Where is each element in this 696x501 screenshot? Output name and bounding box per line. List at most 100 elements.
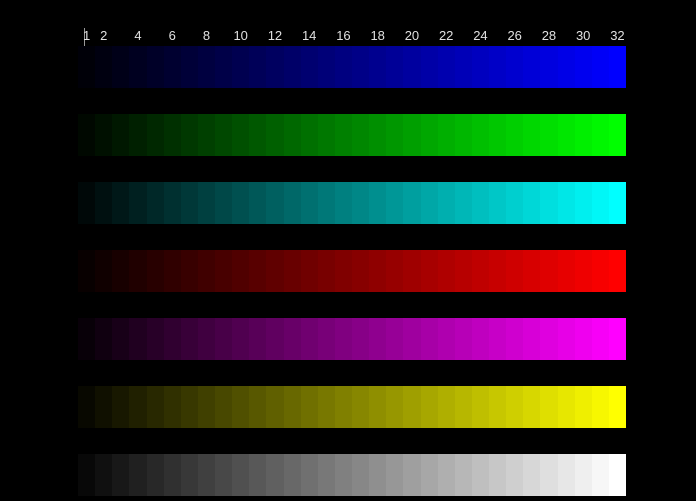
- ramp-white-step: [129, 454, 146, 496]
- ramp-yellow-step: [403, 386, 420, 428]
- ramp-magenta-step: [335, 318, 352, 360]
- ramp-cyan-step: [352, 182, 369, 224]
- ramp-red-step: [369, 250, 386, 292]
- ramp-blue-step: [592, 46, 609, 88]
- ramp-blue-step: [284, 46, 301, 88]
- ramp-cyan-step: [95, 182, 112, 224]
- ramp-cyan-step: [575, 182, 592, 224]
- ramp-yellow-step: [335, 386, 352, 428]
- ramp-cyan-step: [386, 182, 403, 224]
- ramp-red-step: [95, 250, 112, 292]
- ramp-yellow-step: [232, 386, 249, 428]
- ramp-yellow-step: [506, 386, 523, 428]
- ramp-red-step: [232, 250, 249, 292]
- ramp-white-step: [575, 454, 592, 496]
- ramp-cyan-step: [403, 182, 420, 224]
- ramp-green-step: [318, 114, 335, 156]
- ramp-yellow-step: [575, 386, 592, 428]
- ramp-yellow-step: [198, 386, 215, 428]
- ramp-cyan-step: [318, 182, 335, 224]
- ramp-magenta-step: [472, 318, 489, 360]
- ramp-green-step: [506, 114, 523, 156]
- ramp-red-step: [129, 250, 146, 292]
- ramp-yellow-step: [215, 386, 232, 428]
- scale-label-18: 18: [370, 28, 384, 43]
- ramp-blue-step: [523, 46, 540, 88]
- ramp-white-step: [284, 454, 301, 496]
- ramp-red-step: [112, 250, 129, 292]
- scale-label-4: 4: [134, 28, 141, 43]
- ramp-green-step: [540, 114, 557, 156]
- ramp-cyan-step: [438, 182, 455, 224]
- ramp-green-step: [558, 114, 575, 156]
- ramp-green-step: [249, 114, 266, 156]
- ramp-cyan-step: [489, 182, 506, 224]
- ramp-red-step: [558, 250, 575, 292]
- ramp-green-step: [198, 114, 215, 156]
- ramp-blue-step: [164, 46, 181, 88]
- ramp-cyan-step: [592, 182, 609, 224]
- ramp-blue-step: [129, 46, 146, 88]
- ramp-yellow-step: [112, 386, 129, 428]
- ramp-cyan-step: [266, 182, 283, 224]
- ramp-blue-step: [558, 46, 575, 88]
- ramp-green-step: [489, 114, 506, 156]
- ramp-red: [78, 250, 626, 292]
- ramp-green-step: [284, 114, 301, 156]
- ramp-yellow-step: [558, 386, 575, 428]
- ramp-blue-step: [95, 46, 112, 88]
- ramp-blue-step: [232, 46, 249, 88]
- ramp-blue-step: [335, 46, 352, 88]
- scale-label-8: 8: [203, 28, 210, 43]
- ramp-green-step: [181, 114, 198, 156]
- scale-label-6: 6: [169, 28, 176, 43]
- ramp-white-step: [95, 454, 112, 496]
- ramp-cyan-step: [78, 182, 95, 224]
- ramp-red-step: [540, 250, 557, 292]
- ramp-blue-step: [403, 46, 420, 88]
- ramp-magenta-step: [386, 318, 403, 360]
- ramp-green-step: [455, 114, 472, 156]
- ramp-magenta-step: [95, 318, 112, 360]
- ramp-cyan-step: [421, 182, 438, 224]
- ramp-magenta-step: [489, 318, 506, 360]
- ramp-magenta-step: [198, 318, 215, 360]
- scale-label-30: 30: [576, 28, 590, 43]
- ramp-green: [78, 114, 626, 156]
- ramp-cyan-step: [232, 182, 249, 224]
- ramp-magenta-step: [78, 318, 95, 360]
- ramp-white-step: [609, 454, 626, 496]
- scale-label-22: 22: [439, 28, 453, 43]
- ramp-blue-step: [386, 46, 403, 88]
- ramp-red-step: [489, 250, 506, 292]
- ramp-yellow-step: [592, 386, 609, 428]
- ramp-white-step: [472, 454, 489, 496]
- ramp-magenta-step: [369, 318, 386, 360]
- ramp-green-step: [95, 114, 112, 156]
- ramp-red-step: [592, 250, 609, 292]
- ramp-red-step: [386, 250, 403, 292]
- ramp-magenta-step: [455, 318, 472, 360]
- ramp-magenta-step: [215, 318, 232, 360]
- ramp-red-step: [403, 250, 420, 292]
- ramp-blue-step: [489, 46, 506, 88]
- ramp-magenta-step: [540, 318, 557, 360]
- ramp-blue-step: [369, 46, 386, 88]
- ramp-magenta-step: [164, 318, 181, 360]
- ramp-white-step: [558, 454, 575, 496]
- ramp-yellow-step: [438, 386, 455, 428]
- ramp-green-step: [575, 114, 592, 156]
- ramp-blue-step: [147, 46, 164, 88]
- ramp-cyan-step: [164, 182, 181, 224]
- ramp-blue-step: [575, 46, 592, 88]
- ramp-blue-step: [301, 46, 318, 88]
- ramp-yellow-step: [181, 386, 198, 428]
- ramp-cyan-step: [198, 182, 215, 224]
- ramp-yellow-step: [352, 386, 369, 428]
- ramp-yellow-step: [523, 386, 540, 428]
- ramp-cyan-step: [215, 182, 232, 224]
- ramp-magenta-step: [284, 318, 301, 360]
- ramp-white-step: [421, 454, 438, 496]
- ramp-cyan-step: [147, 182, 164, 224]
- ramp-magenta-step: [112, 318, 129, 360]
